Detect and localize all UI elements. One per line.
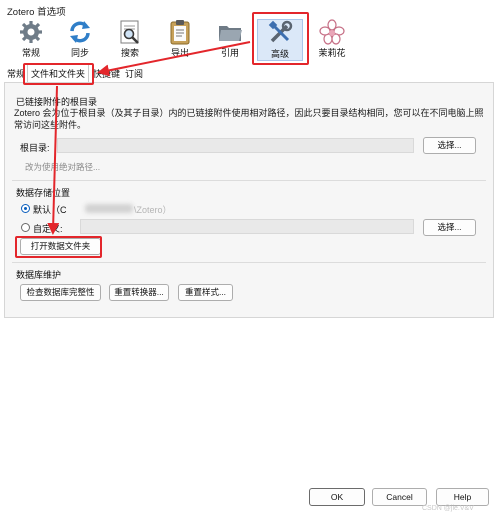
- annotation-arrow-to-tab: [97, 41, 251, 77]
- ok-button[interactable]: OK: [309, 488, 365, 506]
- annotation-arrow-to-button: [47, 85, 60, 235]
- cancel-button[interactable]: Cancel: [372, 488, 427, 506]
- watermark: CSDN @jie.V&V: [422, 505, 474, 512]
- help-button[interactable]: Help: [436, 488, 489, 506]
- annotation-arrows: [47, 41, 251, 235]
